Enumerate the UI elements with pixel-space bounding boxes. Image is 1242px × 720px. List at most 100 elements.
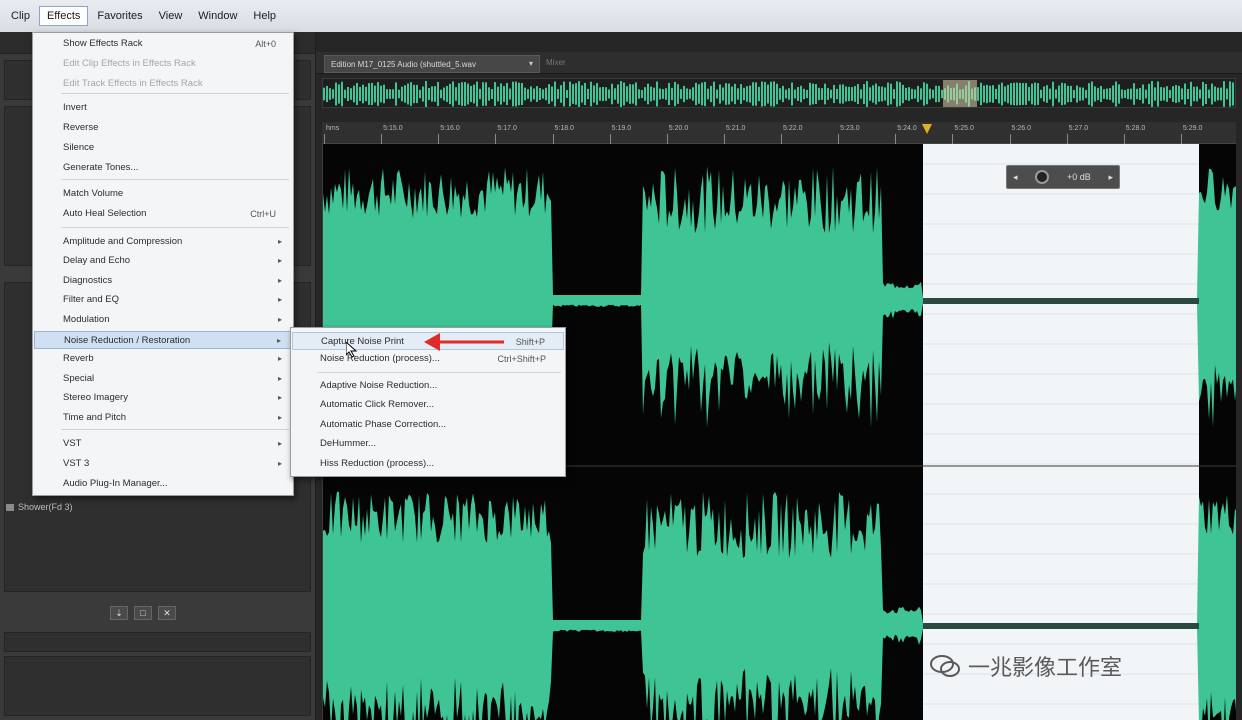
watermark-text: 一兆影像工作室 [968,656,1123,681]
ruler-tick-label: 5:28.0 [1125,125,1146,132]
menu-item-edit-clip-effects[interactable]: Edit Clip Effects in Effects Rack [34,55,292,73]
menu-item-label: Special [63,373,95,384]
menu-item-auto-heal-selection[interactable]: Auto Heal Selection Ctrl+U [34,205,292,223]
delete-icon[interactable]: ✕ [158,606,176,620]
ruler-tick-mark [781,134,782,144]
wechat-logo-icon [930,655,960,677]
menu-view[interactable]: View [152,7,190,25]
menu-item-reverse[interactable]: Reverse [34,119,292,137]
submenu-arrow-icon: ▸ [277,413,282,422]
panel-footer-header [4,632,311,652]
submenu-item-dehummer[interactable]: DeHummer... [292,435,564,453]
ruler-tick-mark [838,134,840,144]
ruler-tick-mark [438,134,440,144]
menu-item-diagnostics[interactable]: Diagnostics ▸ [34,272,292,290]
ruler-tick-label: 5:17.0 [497,125,517,132]
panel-footer [4,656,311,716]
editor-tab-label: Edition M17_0125 Audio (shuttled_5.wav [331,60,476,69]
ruler-tick-label: 5:29.0 [1182,125,1203,132]
submenu-item-automatic-click-remover[interactable]: Automatic Click Remover... [292,396,564,414]
menu-item-silence[interactable]: Silence [34,139,292,157]
mouse-cursor-icon [346,342,358,358]
tab-mixer[interactable]: Mixer [546,58,566,67]
chevron-down-icon[interactable]: ▾ [529,59,533,68]
menu-item-vst[interactable]: VST ▸ [34,435,292,453]
menu-help[interactable]: Help [246,7,283,25]
editor-tab-bar: Edition M17_0125 Audio (shuttled_5.wav ▾… [316,52,1242,74]
new-file-icon[interactable]: □ [134,606,152,620]
menu-separator [61,93,289,94]
menu-item-label: Audio Plug-In Manager... [63,478,168,489]
ruler-tick-mark [1009,134,1011,144]
ruler-tick-label: 5:21.0 [725,125,746,132]
menu-item-generate-tones[interactable]: Generate Tones... [34,159,292,177]
menu-item-match-volume[interactable]: Match Volume [34,185,292,203]
time-ruler[interactable]: hms 5:15.0 5:16.0 5:17.0 5:18.0 5:19.0 5:20.0 5… [322,122,1236,144]
menu-separator [317,372,561,373]
submenu-item-automatic-phase-correction[interactable]: Automatic Phase Correction... [292,416,564,434]
ruler-tick-label: hms [326,125,340,132]
menu-item-label: Show Effects Rack [63,38,143,49]
menu-item-label: Edit Clip Effects in Effects Rack [63,58,196,69]
editor-tab[interactable]: Edition M17_0125 Audio (shuttled_5.wav ▾ [324,55,540,73]
menu-bar: Clip Effects Favorites View Window Help [0,0,1242,32]
menu-separator [61,227,289,228]
menu-item-time-and-pitch[interactable]: Time and Pitch ▸ [34,409,292,427]
submenu-arrow-icon: ▸ [277,354,282,363]
menu-item-delay-and-echo[interactable]: Delay and Echo ▸ [34,252,292,270]
app-window: Clip Effects Favorites View Window Help … [0,0,1242,720]
red-arrow-icon [424,333,504,351]
menu-item-shortcut: Ctrl+U [250,209,276,219]
menu-item-filter-and-eq[interactable]: Filter and EQ ▸ [34,291,292,309]
menu-effects[interactable]: Effects [38,6,89,26]
menu-item-special[interactable]: Special ▸ [34,370,292,388]
menu-item-label: Reverb [63,353,94,364]
menu-item-shortcut: Alt+0 [255,39,276,49]
submenu-arrow-icon: ▸ [277,374,282,383]
ruler-tick-label: 5:19.0 [611,125,632,132]
submenu-arrow-icon: ▸ [277,295,282,304]
import-icon[interactable]: ⇣ [110,606,128,620]
file-item[interactable]: Shower(Fd 3) [6,502,73,512]
menu-item-label: Auto Heal Selection [63,208,147,219]
menu-item-reverb[interactable]: Reverb ▸ [34,350,292,368]
hud-value: +0 dB [1066,172,1091,182]
submenu-item-adaptive-noise-reduction[interactable]: Adaptive Noise Reduction... [292,377,564,395]
folder-icon [6,503,14,511]
menu-item-edit-track-effects[interactable]: Edit Track Effects in Effects Rack [34,75,292,93]
menu-item-label: Noise Reduction / Restoration [64,335,191,346]
menu-item-label: VST 3 [63,458,90,469]
menu-window[interactable]: Window [191,7,244,25]
menu-item-stereo-imagery[interactable]: Stereo Imagery ▸ [34,389,292,407]
menu-item-label: Invert [63,102,87,113]
selection-region [923,144,1199,720]
menu-separator [61,179,289,180]
volume-knob-icon[interactable] [1035,170,1050,184]
hud-arrow-icon: ◂ [1013,171,1018,182]
menu-item-audio-plugin-manager[interactable]: Audio Plug-In Manager... [34,475,292,493]
ruler-tick-mark [495,134,497,144]
overview-waveform[interactable] [322,78,1236,108]
playhead-icon[interactable] [922,124,932,134]
menu-item-show-effects-rack[interactable]: Show Effects Rack Alt+0 [34,35,292,53]
file-item-label: Shower(Fd 3) [18,502,73,512]
submenu-item-label: Capture Noise Print [321,336,404,347]
menu-item-noise-reduction-restoration[interactable]: Noise Reduction / Restoration ▸ [34,331,292,349]
menu-clip[interactable]: Clip [4,7,37,25]
ruler-tick-label: 5:15.0 [383,125,403,132]
menu-item-label: Generate Tones... [63,162,139,173]
menu-item-vst3[interactable]: VST 3 ▸ [34,455,292,473]
submenu-arrow-icon: ▸ [277,459,282,468]
watermark: 一兆影像工作室 [930,650,1122,682]
ruler-tick-label: 5:25.0 [954,125,974,132]
menu-item-modulation[interactable]: Modulation ▸ [34,311,292,329]
ruler-tick-label: 5:26.0 [1011,125,1031,132]
menu-item-invert[interactable]: Invert [34,99,292,117]
submenu-item-hiss-reduction[interactable]: Hiss Reduction (process)... [292,455,564,473]
menu-item-amplitude-and-compression[interactable]: Amplitude and Compression ▸ [34,233,292,251]
menu-favorites[interactable]: Favorites [90,7,149,25]
volume-hud[interactable]: ◂ +0 dB ▸ [1006,165,1120,189]
ruler-tick-mark [552,134,554,144]
overview-waveform-graphic [323,80,1234,107]
submenu-arrow-icon: ▸ [277,439,282,448]
